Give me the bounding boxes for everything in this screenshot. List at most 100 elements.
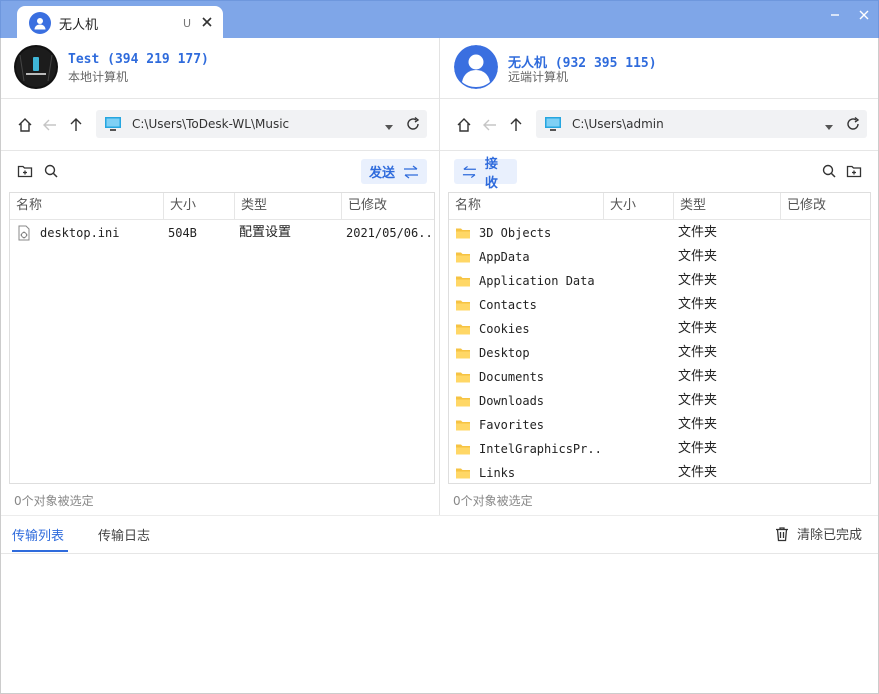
folder-icon xyxy=(455,417,471,433)
folder-icon xyxy=(455,225,471,241)
local-path-text: C:\Users\ToDesk-WL\Music xyxy=(132,117,290,131)
computer-icon xyxy=(105,117,121,131)
tab-title: 无人机 xyxy=(59,17,99,33)
active-tab-underline xyxy=(12,550,68,552)
file-modified: 2021/05/06... xyxy=(346,226,434,240)
close-window-icon[interactable] xyxy=(856,7,872,23)
local-device-subtitle: 本地计算机 xyxy=(68,70,129,84)
search-icon[interactable] xyxy=(821,163,837,179)
remote-action-row: 接收 xyxy=(440,151,879,191)
receive-button-label: 接收 xyxy=(484,156,498,191)
file-name: 3D Objects xyxy=(479,226,552,240)
file-name: Links xyxy=(479,466,516,480)
table-row[interactable]: AppData 文件夹 xyxy=(449,245,870,269)
file-type: 文件夹 xyxy=(678,225,718,240)
local-selection-status: 0个对象被选定 xyxy=(14,494,94,508)
remote-nav-row: C:\Users\admin xyxy=(440,99,879,151)
chevron-down-icon[interactable] xyxy=(384,121,394,136)
folder-icon xyxy=(455,249,471,265)
table-row[interactable]: Downloads 文件夹 xyxy=(449,389,870,413)
local-device-name: Test (394 219 177) xyxy=(68,52,209,67)
title-bar: 无人机 U xyxy=(0,0,879,40)
remote-avatar xyxy=(454,45,498,89)
remote-device-subtitle: 远端计算机 xyxy=(508,70,569,84)
remote-path-field[interactable]: C:\Users\admin xyxy=(536,110,867,138)
remote-file-table: 名称 大小 类型 已修改 3D Objects 文件夹 AppData 文件夹 Appl… xyxy=(448,192,871,484)
tab-close-icon[interactable] xyxy=(199,14,215,30)
table-row[interactable]: Contacts 文件夹 xyxy=(449,293,870,317)
up-arrow-icon[interactable] xyxy=(67,116,85,134)
session-tab[interactable]: 无人机 U xyxy=(17,6,223,40)
new-folder-icon[interactable] xyxy=(846,163,862,179)
table-row[interactable]: Links 文件夹 xyxy=(449,461,870,483)
column-type[interactable]: 类型 xyxy=(673,193,780,220)
column-size[interactable]: 大小 xyxy=(603,193,673,220)
column-name[interactable]: 名称 xyxy=(449,193,603,220)
new-folder-icon[interactable] xyxy=(17,163,33,179)
column-modified[interactable]: 已修改 xyxy=(780,193,870,220)
file-name: Downloads xyxy=(479,394,545,408)
divider xyxy=(0,553,879,554)
local-nav-row: C:\Users\ToDesk-WL\Music xyxy=(0,99,439,151)
remote-pane: 无人机 (932 395 115) 远端计算机 C:\Users\admin 接… xyxy=(440,38,879,515)
table-row[interactable]: Desktop 文件夹 xyxy=(449,341,870,365)
folder-icon xyxy=(455,273,471,289)
home-icon[interactable] xyxy=(455,116,473,134)
minimize-icon[interactable] xyxy=(827,7,843,23)
up-arrow-icon[interactable] xyxy=(507,116,525,134)
folder-icon xyxy=(455,465,471,481)
table-row[interactable]: desktop.ini 504B 配置设置 2021/05/06... xyxy=(10,221,434,245)
transfer-arrows-icon xyxy=(404,164,418,179)
refresh-icon[interactable] xyxy=(845,116,861,136)
table-row[interactable]: IntelGraphicsPr... 文件夹 xyxy=(449,437,870,461)
table-row[interactable]: 3D Objects 文件夹 xyxy=(449,221,870,245)
local-avatar xyxy=(14,45,58,89)
file-type: 文件夹 xyxy=(678,441,718,456)
tab-transfer-list[interactable]: 传输列表 xyxy=(12,525,64,544)
remote-identity: 无人机 (932 395 115) 远端计算机 xyxy=(440,38,879,99)
receive-button[interactable]: 接收 xyxy=(454,157,517,191)
local-action-row: 发送 xyxy=(0,151,439,191)
chevron-down-icon[interactable] xyxy=(824,121,834,136)
table-row[interactable]: Application Data 文件夹 xyxy=(449,269,870,293)
remote-selection-status: 0个对象被选定 xyxy=(453,494,533,508)
tab-indicator: U xyxy=(183,16,192,30)
file-type: 文件夹 xyxy=(678,297,718,312)
clear-completed-label: 清除已完成 xyxy=(797,528,863,543)
folder-icon xyxy=(455,393,471,409)
send-button-label: 发送 xyxy=(369,166,396,181)
refresh-icon[interactable] xyxy=(405,116,421,136)
file-name: Contacts xyxy=(479,298,537,312)
transfer-arrows-icon xyxy=(462,165,476,178)
column-size[interactable]: 大小 xyxy=(163,193,235,220)
file-name: IntelGraphicsPr... xyxy=(479,442,603,456)
back-arrow-icon[interactable] xyxy=(481,116,499,134)
file-name: Application Data xyxy=(479,274,595,288)
home-icon[interactable] xyxy=(16,116,34,134)
file-name: desktop.ini xyxy=(40,226,120,240)
file-type: 文件夹 xyxy=(678,345,718,360)
file-type: 文件夹 xyxy=(678,273,718,288)
file-type: 文件夹 xyxy=(678,369,718,384)
local-path-field[interactable]: C:\Users\ToDesk-WL\Music xyxy=(96,110,427,138)
local-table-header: 名称 大小 类型 已修改 xyxy=(10,193,434,220)
table-row[interactable]: Favorites 文件夹 xyxy=(449,413,870,437)
search-icon[interactable] xyxy=(43,163,59,179)
clear-completed-button[interactable]: 清除已完成 xyxy=(774,524,862,543)
file-type: 配置设置 xyxy=(239,225,292,240)
tab-transfer-log[interactable]: 传输日志 xyxy=(98,525,150,544)
table-row[interactable]: Documents 文件夹 xyxy=(449,365,870,389)
file-type: 文件夹 xyxy=(678,393,718,408)
back-arrow-icon[interactable] xyxy=(41,116,59,134)
column-type[interactable]: 类型 xyxy=(234,193,341,220)
file-type: 文件夹 xyxy=(678,321,718,336)
local-identity: Test (394 219 177) 本地计算机 xyxy=(0,38,439,99)
folder-icon xyxy=(455,297,471,313)
column-modified[interactable]: 已修改 xyxy=(341,193,434,220)
column-name[interactable]: 名称 xyxy=(10,193,163,220)
send-button[interactable]: 发送 xyxy=(361,159,427,184)
remote-table-header: 名称 大小 类型 已修改 xyxy=(449,193,870,220)
table-row[interactable]: Cookies 文件夹 xyxy=(449,317,870,341)
folder-icon xyxy=(455,441,471,457)
transfer-panel: 传输列表 传输日志 清除已完成 xyxy=(0,515,879,694)
